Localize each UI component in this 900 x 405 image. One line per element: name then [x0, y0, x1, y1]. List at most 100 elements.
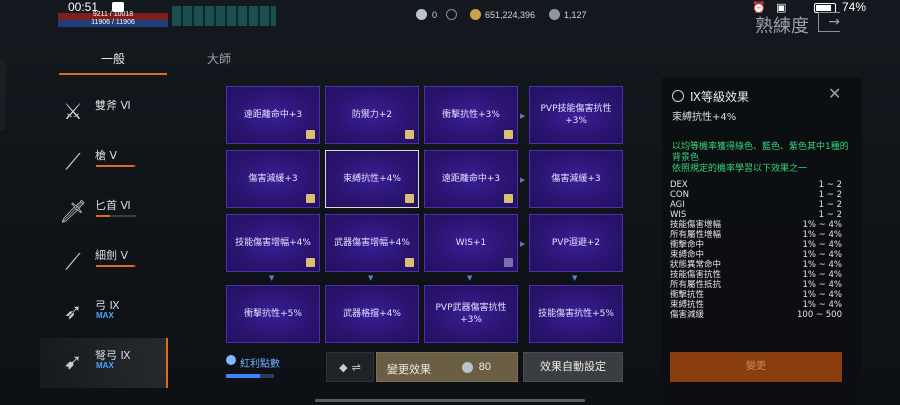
effect-label: 武器格擋+4% [343, 309, 401, 319]
effect-label: PVP技能傷害抗性+3% [540, 104, 612, 126]
diamond-count: 0 [432, 10, 438, 20]
effect-range: 1% ~ 4% [802, 280, 843, 290]
weapon-item-spear[interactable]: ⟋ 槍 Ⅴ [40, 138, 168, 188]
effect-cell[interactable]: PVP武器傷害抗性+3% [424, 285, 518, 343]
effect-cell[interactable]: 技能傷害抗性+5% [529, 285, 623, 343]
arrow-down-icon: ▼ [467, 274, 473, 282]
effect-label: 技能傷害增幅+4% [235, 238, 311, 248]
effect-label: 衝擊抗性+3% [442, 110, 500, 120]
effect-range: 1% ~ 4% [802, 230, 843, 240]
lock-icon [306, 258, 315, 267]
silver-coin-icon [462, 362, 473, 373]
effect-name: 束縛命中 [670, 250, 705, 260]
weapon-name: 槍 Ⅴ [95, 149, 118, 162]
silver-count: 1,127 [564, 10, 587, 20]
mp-bar: 11906 / 11906 [58, 19, 168, 27]
effect-name: 所有屬性抵抗 [670, 280, 722, 290]
lock-icon [405, 194, 414, 203]
spear-icon: ⟋ [65, 150, 81, 175]
effect-name: 衝擊命中 [670, 240, 705, 250]
buff-icons[interactable] [172, 6, 276, 26]
effect-cell[interactable]: PVP迴避+2 [529, 214, 623, 272]
effect-range-row: 衝擊抗性 1% ~ 4% [670, 290, 842, 300]
arrow-down-icon: ▼ [572, 274, 578, 282]
effect-range: 1% ~ 4% [802, 220, 843, 230]
lock-icon [504, 194, 513, 203]
effect-range-row: AGI 1 ~ 2 [670, 200, 842, 210]
weapon-item-crossbow[interactable]: ➹ 弩弓 Ⅸ MAX [40, 338, 168, 388]
effect-name: DEX [670, 180, 688, 190]
effect-cell[interactable]: 武器傷害增幅+4% [325, 214, 419, 272]
effect-label: 傷害減緩+3 [248, 174, 298, 184]
effect-name: 傷害減緩 [670, 310, 705, 320]
lock-icon [306, 194, 315, 203]
change-effect-button[interactable]: 變更效果 80 [376, 352, 518, 382]
effect-range: 1% ~ 4% [802, 260, 843, 270]
bonus-points-bar [226, 374, 274, 378]
effect-range: 1 ~ 2 [818, 180, 842, 190]
effect-cell[interactable]: 遠距離命中+3 [424, 150, 518, 208]
effect-cell[interactable]: WIS+1 [424, 214, 518, 272]
effect-range-row: 技能傷害抗性 1% ~ 4% [670, 270, 842, 280]
effect-label: 技能傷害抗性+5% [538, 309, 614, 319]
proficiency-progress [96, 265, 136, 267]
proficiency-progress [96, 165, 136, 167]
effect-cell[interactable]: 衝擊抗性+3% [424, 86, 518, 144]
bonus-points-icon [226, 355, 236, 365]
rule-note: 以均等機率獲得綠色、藍色、紫色其中1種的背景色 依照規定的機率學習以下效果之一 [672, 142, 849, 174]
effect-cell[interactable]: 遠距離命中+3 [226, 86, 320, 144]
effect-range: 1 ~ 2 [818, 190, 842, 200]
current-effect: 束縛抗性+4% [672, 112, 737, 123]
arrow-right-icon: ▶ [520, 112, 526, 120]
weapon-item-double-axe[interactable]: ⚔ 雙斧 Ⅵ [40, 88, 168, 138]
effect-name: WIS [670, 210, 687, 220]
diamond-icon [416, 9, 427, 20]
side-drawer-handle[interactable] [0, 60, 6, 130]
weapon-item-dagger[interactable]: 🗡 匕首 Ⅵ [40, 188, 168, 238]
panel-title: Ⅸ等級效果 [690, 90, 750, 104]
confirm-change-button[interactable]: 變更 [670, 352, 842, 382]
effect-range: 1 ~ 2 [818, 210, 842, 220]
arrow-down-icon: ▼ [269, 274, 275, 282]
effect-range-row: CON 1 ~ 2 [670, 190, 842, 200]
diamond-icon: ◆ [339, 360, 348, 374]
effect-name: 技能傷害抗性 [670, 270, 722, 280]
effect-cell[interactable]: 防禦力+2 [325, 86, 419, 144]
unlocked-icon [504, 258, 513, 267]
battery-percent: 74% [842, 0, 867, 14]
effect-cell[interactable]: 傷害減緩+3 [226, 150, 320, 208]
swap-currency-button[interactable]: ◆ ⇌ [326, 352, 374, 382]
effect-cell[interactable]: 武器格擋+4% [325, 285, 419, 343]
effect-label: PVP迴避+2 [551, 238, 601, 248]
weapon-item-bow[interactable]: ➶ 弓 Ⅸ MAX [40, 288, 168, 338]
bonus-points-label: 紅利點數 [240, 359, 280, 370]
auto-set-effect-button[interactable]: 效果自動設定 [523, 352, 623, 382]
close-icon[interactable]: ✕ [828, 84, 841, 103]
effect-range: 1% ~ 4% [802, 270, 843, 280]
weapon-name: 細劍 Ⅴ [95, 249, 129, 262]
arrow-down-icon: ▼ [368, 274, 374, 282]
home-indicator[interactable] [315, 399, 585, 402]
hp-text: 9211 / 10018 [92, 11, 134, 18]
effect-cell[interactable]: 技能傷害增幅+4% [226, 214, 320, 272]
effect-range-row: 技能傷害增幅 1% ~ 4% [670, 220, 842, 230]
tab-general[interactable]: 一般 [59, 50, 167, 75]
possible-effects-list: DEX 1 ~ 2 CON 1 ~ 2 AGI 1 ~ 2 WIS 1 ~ 2 技能傷害增幅 1%… [670, 180, 842, 320]
effect-range-row: 所有屬性增幅 1% ~ 4% [670, 230, 842, 240]
effect-name: CON [670, 190, 689, 200]
effect-name: 狀態異常命中 [670, 260, 722, 270]
double-axe-icon: ⚔ [63, 100, 83, 125]
tab-master[interactable]: 大師 [165, 50, 273, 67]
page-title: 熟練度 [755, 16, 809, 37]
add-diamond-icon[interactable] [446, 9, 457, 20]
effect-cell[interactable]: 衝擊抗性+5% [226, 285, 320, 343]
effect-label: 武器傷害增幅+4% [334, 238, 410, 248]
effect-cell-selected[interactable]: 束縛抗性+4% [325, 150, 419, 208]
effect-name: 束縛抗性 [670, 300, 705, 310]
exit-icon[interactable]: → [818, 12, 840, 32]
effect-cell[interactable]: 傷害減緩+3 [529, 150, 623, 208]
tier-icon [672, 90, 684, 102]
effect-cell[interactable]: PVP技能傷害抗性+3% [529, 86, 623, 144]
weapon-item-rapier[interactable]: ⟋ 細劍 Ⅴ [40, 238, 168, 288]
mp-text: 11906 / 11906 [91, 19, 135, 26]
